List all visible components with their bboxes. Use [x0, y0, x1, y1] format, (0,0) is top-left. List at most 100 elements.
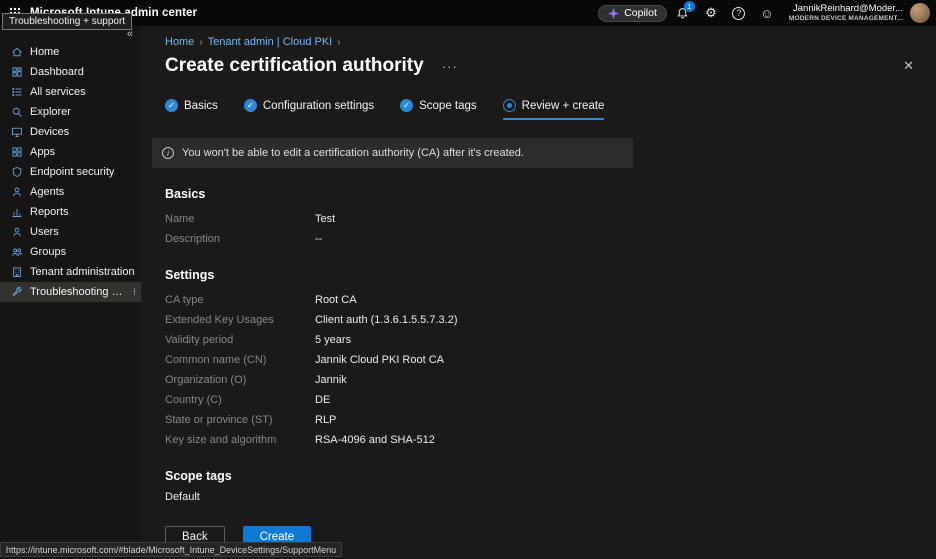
- main-blade: Home Tenant admin | Cloud PKI Create cer…: [141, 26, 936, 559]
- field-value: Root CA: [315, 294, 912, 306]
- field-row: Organization (O) Jannik: [165, 370, 912, 390]
- agent-icon: [10, 186, 23, 199]
- home-icon: [10, 46, 23, 59]
- sidebar-item-agents[interactable]: Agents: [0, 182, 141, 202]
- sidebar-item-home[interactable]: Home: [0, 42, 141, 62]
- sidebar-item-explorer[interactable]: Explorer: [0, 102, 141, 122]
- field-value: RSA-4096 and SHA-512: [315, 434, 912, 446]
- field-label: Description: [165, 233, 315, 245]
- step-label: Scope tags: [419, 100, 477, 112]
- field-row: State or province (ST) RLP: [165, 410, 912, 430]
- sidebar-item-label: Devices: [30, 126, 69, 138]
- section-heading-basics: Basics: [165, 187, 912, 201]
- tab-basics[interactable]: Basics: [165, 99, 218, 120]
- more-menu-icon[interactable]: [442, 59, 458, 74]
- bar-chart-icon: [10, 206, 23, 219]
- sidebar-item-label: Endpoint security: [30, 166, 114, 178]
- check-icon: [400, 99, 413, 112]
- people-icon: [10, 246, 23, 259]
- breadcrumb: Home Tenant admin | Cloud PKI: [141, 26, 936, 48]
- field-row: Key size and algorithm RSA-4096 and SHA-…: [165, 430, 912, 450]
- field-value: Client auth (1.3.6.1.5.5.7.3.2): [315, 314, 912, 326]
- sidebar-item-users[interactable]: Users: [0, 222, 141, 242]
- field-label: Name: [165, 213, 315, 225]
- field-value: --: [315, 233, 912, 245]
- chevron-right-icon: [199, 37, 202, 48]
- help-icon[interactable]: [727, 1, 751, 25]
- field-row: Validity period 5 years: [165, 330, 912, 350]
- check-icon: [244, 99, 257, 112]
- step-label: Review + create: [522, 100, 605, 112]
- breadcrumb-home-link[interactable]: Home: [165, 36, 194, 48]
- sidebar-item-label: Explorer: [30, 106, 71, 118]
- more-options-icon[interactable]: [133, 287, 136, 298]
- step-label: Configuration settings: [263, 100, 374, 112]
- search-icon: [10, 106, 23, 119]
- sidebar-item-endpoint-security[interactable]: Endpoint security: [0, 162, 141, 182]
- breadcrumb-section-link[interactable]: Tenant admin | Cloud PKI: [208, 36, 333, 48]
- tab-scope-tags[interactable]: Scope tags: [400, 99, 477, 120]
- active-step-icon: [503, 99, 516, 112]
- field-row: Common name (CN) Jannik Cloud PKI Root C…: [165, 350, 912, 370]
- field-value: RLP: [315, 414, 912, 426]
- field-row: Name Test: [165, 209, 912, 229]
- sidebar-item-label: Troubleshooting + support: [30, 286, 126, 298]
- feedback-smiley-icon[interactable]: [755, 1, 779, 25]
- sidebar-item-label: Apps: [30, 146, 55, 158]
- status-bar-url: https://intune.microsoft.com/#blade/Micr…: [0, 542, 342, 557]
- field-value: DE: [315, 394, 912, 406]
- top-bar: Microsoft Intune admin center Copilot 1 …: [0, 0, 936, 26]
- field-label: Common name (CN): [165, 354, 315, 366]
- field-label: Organization (O): [165, 374, 315, 386]
- copilot-icon: [608, 8, 619, 19]
- sidebar-item-tenant-administration[interactable]: Tenant administration: [0, 262, 141, 282]
- list-icon: [10, 86, 23, 99]
- field-label: State or province (ST): [165, 414, 315, 426]
- sidebar-item-all-services[interactable]: All services: [0, 82, 141, 102]
- sidebar-item-label: Reports: [30, 206, 69, 218]
- step-label: Basics: [184, 100, 218, 112]
- tab-configuration-settings[interactable]: Configuration settings: [244, 99, 374, 120]
- settings-gear-icon[interactable]: [699, 1, 723, 25]
- tab-review-create[interactable]: Review + create: [503, 99, 605, 120]
- info-icon: [162, 147, 174, 159]
- info-banner: You won't be able to edit a certificatio…: [152, 138, 633, 168]
- sidebar-item-label: Users: [30, 226, 59, 238]
- field-label: Key size and algorithm: [165, 434, 315, 446]
- field-value: Test: [315, 213, 912, 225]
- copilot-label: Copilot: [624, 7, 657, 19]
- close-icon[interactable]: [903, 58, 914, 74]
- monitor-icon: [10, 126, 23, 139]
- info-banner-text: You won't be able to edit a certificatio…: [182, 147, 524, 159]
- account-info[interactable]: JannikReinhard@Moder... MODERN DEVICE MA…: [789, 4, 903, 22]
- tooltip: Troubleshooting + support: [2, 13, 132, 30]
- field-row: Description --: [165, 229, 912, 249]
- notifications-bell-icon[interactable]: 1: [671, 1, 695, 25]
- copilot-button[interactable]: Copilot: [598, 5, 667, 22]
- sidebar-item-apps[interactable]: Apps: [0, 142, 141, 162]
- sidebar-item-groups[interactable]: Groups: [0, 242, 141, 262]
- sidebar-item-dashboard[interactable]: Dashboard: [0, 62, 141, 82]
- sidebar-item-devices[interactable]: Devices: [0, 122, 141, 142]
- field-label: Validity period: [165, 334, 315, 346]
- field-label: Country (C): [165, 394, 315, 406]
- sidebar-item-label: Dashboard: [30, 66, 84, 78]
- notification-badge: 1: [684, 1, 695, 12]
- sidebar-item-label: Groups: [30, 246, 66, 258]
- field-value: 5 years: [315, 334, 912, 346]
- wrench-icon: [10, 286, 23, 299]
- sidebar-item-troubleshooting-support[interactable]: Troubleshooting + support: [0, 282, 141, 302]
- shield-icon: [10, 166, 23, 179]
- scope-tag-value: Default: [165, 491, 912, 503]
- title-row: Create certification authority: [141, 55, 936, 77]
- sidebar-item-reports[interactable]: Reports: [0, 202, 141, 222]
- user-icon: [10, 226, 23, 239]
- apps-grid-icon: [10, 146, 23, 159]
- sidebar-item-label: Home: [30, 46, 59, 58]
- avatar[interactable]: [910, 3, 930, 23]
- section-heading-scope-tags: Scope tags: [165, 469, 912, 483]
- sidebar: Home Dashboard All services Explorer Dev…: [0, 26, 141, 559]
- field-row: Country (C) DE: [165, 390, 912, 410]
- user-organization: MODERN DEVICE MANAGEMENT...: [789, 15, 903, 22]
- field-label: CA type: [165, 294, 315, 306]
